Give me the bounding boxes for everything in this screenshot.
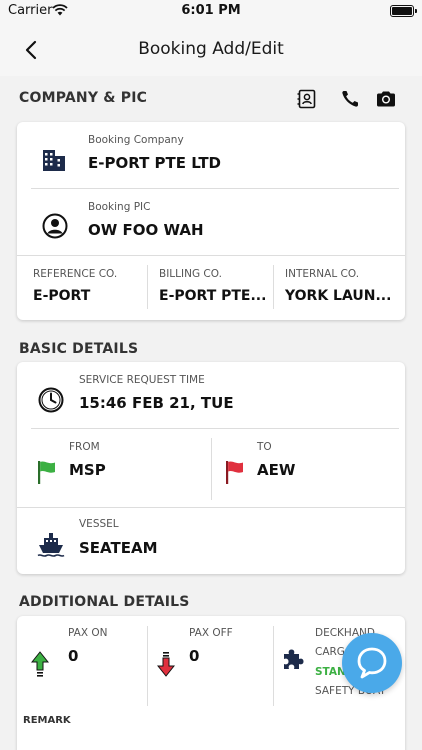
basic-section-title: BASIC DETAILS [19,341,139,357]
service-request-label: SERVICE REQUEST TIME [79,374,205,386]
chat-button[interactable] [342,633,402,693]
battery-icon [390,5,417,17]
remark-label: REMARK [23,715,71,726]
internal-co-label: INTERNAL CO. [285,268,360,280]
booking-pic-value[interactable]: OW FOO WAH [88,221,204,239]
divider [31,428,399,429]
green-flag-icon [38,461,55,484]
arrow-up-icon [31,651,49,677]
booking-pic-label: Booking PIC [88,201,151,213]
to-value[interactable]: AEW [257,461,295,479]
camera-icon[interactable] [375,88,397,110]
pax-off-label: PAX OFF [189,627,233,639]
billing-co-value[interactable]: E-PORT PTE... [159,288,266,304]
nav-bar: Booking Add/Edit [0,24,422,76]
divider [211,438,212,500]
basic-card: SERVICE REQUEST TIME 15:46 FEB 21, TUE F… [17,362,405,574]
phone-icon[interactable] [339,88,361,110]
divider [147,626,148,706]
additional-section-title: ADDITIONAL DETAILS [19,594,190,610]
status-bar: Carrier 6:01 PM [0,0,422,24]
arrow-down-icon [157,652,175,677]
divider [17,507,405,508]
billing-co-label: BILLING CO. [159,268,222,280]
pax-on-value[interactable]: 0 [68,647,78,665]
divider [17,255,405,256]
person-icon [42,213,68,239]
from-value[interactable]: MSP [69,461,106,479]
pax-on-label: PAX ON [68,627,108,639]
pax-off-value[interactable]: 0 [189,647,199,665]
internal-co-value[interactable]: YORK LAUN... [285,288,391,304]
reference-co-label: REFERENCE CO. [33,268,118,280]
company-section-title: COMPANY & PIC [19,90,148,106]
chat-icon [357,647,387,679]
divider [273,265,274,309]
reference-co-value[interactable]: E-PORT [33,288,90,304]
booking-company-label: Booking Company [88,134,184,146]
divider [31,188,399,189]
page-title: Booking Add/Edit [138,39,284,59]
vessel-value[interactable]: SEATEAM [79,539,158,557]
building-icon [43,150,65,171]
company-card: Booking Company E-PORT PTE LTD Booking P… [17,122,405,320]
booking-company-value[interactable]: E-PORT PTE LTD [88,154,221,172]
divider [147,265,148,309]
clock-icon [38,387,64,413]
divider [273,626,274,706]
from-label: FROM [69,441,100,453]
puzzle-icon [284,649,304,669]
to-label: TO [257,441,272,453]
service-request-value[interactable]: 15:46 FEB 21, TUE [79,394,234,412]
vessel-label: VESSEL [79,518,119,530]
red-flag-icon [226,461,243,484]
clock-time: 6:01 PM [181,3,241,18]
ship-icon [37,533,65,557]
contacts-icon[interactable] [296,88,318,110]
additional-card: PAX ON 0 PAX OFF 0 DECKHAND CARGO STANDA… [17,616,405,750]
